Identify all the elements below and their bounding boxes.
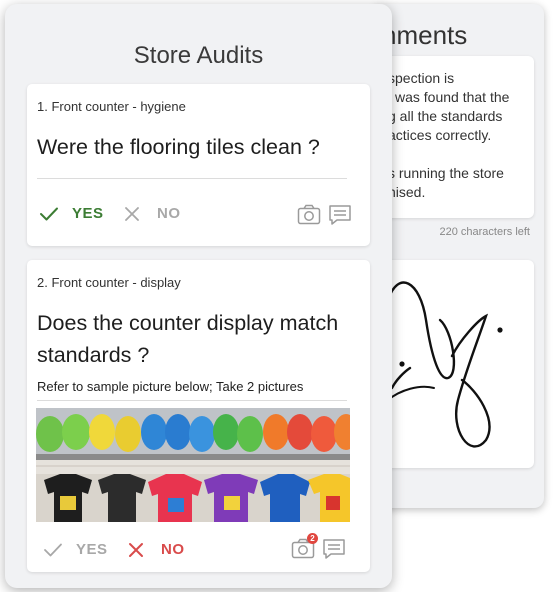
checkmark-icon — [44, 543, 62, 556]
sample-picture — [36, 408, 350, 522]
character-count: 220 characters left — [439, 226, 531, 238]
divider — [37, 178, 347, 179]
question-text: Does the counter display match — [37, 311, 339, 335]
comment-line: g all the standards — [388, 108, 503, 124]
question-label: 1. Front counter - hygiene — [37, 99, 186, 114]
divider — [37, 400, 347, 401]
question-card-1: 1. Front counter - hygiene Were the floo… — [27, 84, 370, 246]
comment-button[interactable] — [322, 538, 346, 565]
comment-line: s running the store — [388, 165, 504, 181]
checkmark-icon — [40, 207, 58, 220]
comment-icon — [323, 539, 345, 559]
no-label: NO — [161, 541, 185, 558]
no-label: NO — [157, 205, 181, 222]
comment-line: l was found that the — [388, 89, 510, 105]
camera-button[interactable]: 2 — [291, 533, 318, 565]
question-card-2: 2. Front counter - display Does the coun… — [27, 260, 370, 572]
question-text: Were the flooring tiles clean ? — [37, 135, 320, 159]
no-button[interactable]: NO — [124, 205, 181, 222]
sample-picture-image — [36, 408, 350, 522]
close-icon — [129, 542, 143, 557]
yes-label: YES — [72, 205, 104, 222]
signature-drawing — [386, 281, 503, 448]
store-audits-card: Store Audits 1. Front counter - hygiene … — [5, 4, 392, 588]
no-button[interactable]: NO — [128, 541, 185, 558]
close-icon — [125, 206, 139, 221]
question-text: standards ? — [37, 343, 150, 367]
camera-button[interactable] — [297, 204, 321, 231]
comment-icon — [329, 205, 351, 225]
signature-pad[interactable] — [380, 260, 534, 468]
photo-count-badge: 2 — [307, 533, 318, 544]
comment-button[interactable] — [328, 204, 352, 231]
comments-title: nments — [382, 20, 468, 50]
comments-card: nments spection is l was found that the … — [372, 4, 544, 508]
question-label: 2. Front counter - display — [37, 275, 181, 290]
yes-label: YES — [76, 541, 108, 558]
photo-count: 2 — [310, 534, 315, 543]
comment-line: nised. — [388, 184, 426, 200]
yes-button[interactable]: YES — [43, 541, 108, 558]
comment-line: actices correctly. — [388, 127, 492, 143]
yes-button[interactable]: YES — [39, 205, 104, 222]
question-hint: Refer to sample picture below; Take 2 pi… — [37, 379, 304, 394]
camera-icon — [297, 204, 321, 225]
page-title: Store Audits — [133, 42, 264, 69]
comment-textarea[interactable]: spection is l was found that the g all t… — [380, 56, 534, 218]
comment-line: spection is — [388, 70, 455, 86]
